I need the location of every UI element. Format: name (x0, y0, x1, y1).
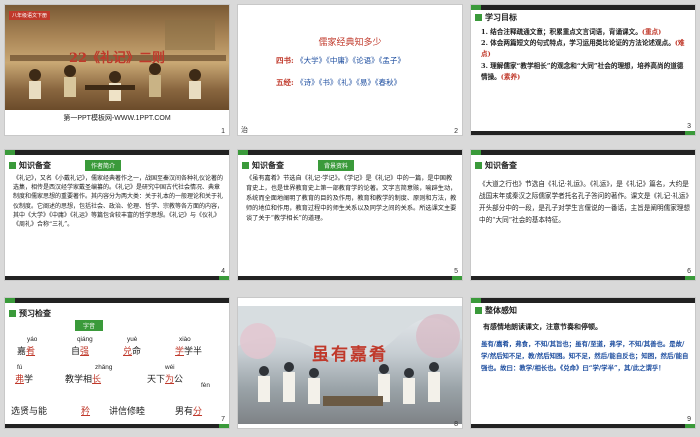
goal-item: 2. 体会两篇短文的句式特点，学习运用类比论证的方法论述观点。(难点) (481, 39, 685, 59)
slide-top-bar (471, 5, 695, 10)
slide2-row1: 四书: 《大学》《中庸》《论语》《孟子》 (276, 55, 405, 66)
pinyin-label: yáo (27, 336, 38, 343)
slide-thumbnail-7[interactable]: 预习检查 字音 yáo 嘉肴 qiáng 自强 yuè 兑命 xiào 学学半 … (4, 297, 230, 429)
slide-number: 1 (221, 128, 225, 135)
pinyin-label: zhǎng (95, 364, 113, 371)
slide-thumbnail-9[interactable]: 整体感知 有感情地朗读课文，注意节奏和停顿。 虽有/嘉肴，弗食，不知/其旨也；虽… (470, 297, 696, 429)
slide-number: 4 (221, 268, 225, 275)
slide4-stamp: 作者简介 (85, 160, 122, 171)
slide6-text: 《大道之行也》节选自《礼记·礼运》。《礼运》，是《礼记》篇名，大约是战国末年或秦… (479, 180, 690, 224)
vocab-word: 弗学 (15, 375, 34, 385)
slide2-row2-label: 五经: (276, 78, 294, 87)
vocab-word: 男有分 (175, 407, 203, 417)
slide-bottom-bar (471, 131, 695, 135)
vocab-word: 选贤与能 (11, 407, 48, 417)
slide3-goals: 1. 结合注释疏通文意；积累重点文言词语，背诵课文。(重点) 2. 体会两篇短文… (481, 27, 689, 83)
slide-top-bar (5, 150, 229, 155)
slide-number: 3 (687, 123, 691, 130)
slide2-title: 儒家经典知多少 (318, 38, 382, 48)
pinyin-label: fèn (201, 382, 210, 389)
slide5-heading: 知识备查 (242, 160, 284, 171)
slide2-corner-mark: 治 (241, 126, 248, 134)
goal-item: 3. 理解儒家“教学相长”的观念和“大同”社会的理想，培养高尚的道德情操。(素养… (481, 61, 684, 81)
vocab-word: 天下为公 (147, 375, 184, 385)
pinyin-label: xiào (179, 336, 191, 343)
slide-bottom-bar (5, 276, 229, 280)
slide4-text: 《礼记》，又名《小戴礼记》，儒家经典著作之一，战国至秦汉间各种礼仪论著的选集，相… (13, 175, 224, 229)
slide9-text: 虽有/嘉肴，弗食，不知/其旨也；虽有/至道，弗学，不知/其善也。是故/学/然后知… (481, 340, 689, 372)
slide9-heading: 整体感知 (475, 305, 517, 316)
slide5-text: 《虽有嘉肴》节选自《礼记·学记》。《学记》是《礼记》中的一篇，是中国教育史上，也… (246, 175, 457, 222)
slide-top-bar (471, 298, 695, 303)
vocab-word: 矜 (81, 407, 91, 417)
vocab-word: 教学相长 (65, 375, 102, 385)
slide-thumbnail-6[interactable]: 知识备查 《大道之行也》节选自《礼记·礼运》。《礼运》，是《礼记》篇名，大约是战… (470, 149, 696, 281)
slide-thumbnail-3[interactable]: 学习目标 1. 结合注释疏通文意；积累重点文言词语，背诵课文。(重点) 2. 体… (470, 4, 696, 136)
slide-bottom-bar (471, 424, 695, 428)
slide-number: 5 (454, 268, 458, 275)
slide-number: 8 (454, 421, 458, 428)
goal-item: 1. 结合注释疏通文意；积累重点文言词语，背诵课文。(重点) (481, 28, 662, 36)
slide-bottom-bar (238, 276, 462, 280)
slide-number: 9 (687, 416, 691, 423)
slide-number: 7 (221, 416, 225, 423)
pinyin-label: fú (17, 364, 23, 371)
slide-thumbnail-2[interactable]: 儒家经典知多少 四书: 《大学》《中庸》《论语》《孟子》 五经: 《诗》《书》《… (237, 4, 463, 136)
slide1-title: 22《礼记》二则 (68, 51, 166, 66)
slide-top-bar (471, 150, 695, 155)
slide-thumbnail-8[interactable]: 虽有嘉肴 8 (237, 297, 463, 429)
vocab-word: 讲信修睦 (109, 407, 146, 417)
slide6-heading: 知识备查 (475, 160, 517, 171)
vocab-word: 嘉肴 (17, 347, 36, 357)
vocab-word: 自强 (71, 347, 90, 357)
slide-top-bar (5, 298, 229, 303)
slide2-row2-books: 《诗》《书》《礼》《易》《春秋》 (296, 78, 402, 87)
slide1-footer: 第一PPT模板网-WWW.1PPT.COM (63, 115, 171, 122)
slide-thumbnail-4[interactable]: 知识备查 作者简介 《礼记》，又名《小戴礼记》，儒家经典著作之一，战国至秦汉间各… (4, 149, 230, 281)
slide-top-bar (238, 150, 462, 155)
vocab-word: 学学半 (175, 347, 203, 357)
slide2-row2: 五经: 《诗》《书》《礼》《易》《春秋》 (276, 77, 401, 88)
slide-thumbnail-5[interactable]: 知识备查 背景资料 《虽有嘉肴》节选自《礼记·学记》。《学记》是《礼记》中的一篇… (237, 149, 463, 281)
slide-number: 6 (687, 268, 691, 275)
pinyin-label: qiáng (77, 336, 93, 343)
vocab-word: 兑命 (123, 347, 142, 357)
slide2-row1-books: 《大学》《中庸》《论语》《孟子》 (296, 56, 405, 65)
slide8-title: 虽有嘉肴 (312, 345, 388, 365)
slide4-heading: 知识备查 (9, 160, 51, 171)
slide2-row1-label: 四书: (276, 56, 294, 65)
slide7-stamp: 字音 (75, 320, 104, 331)
slide-bottom-bar (5, 424, 229, 428)
slide-thumbnail-1[interactable]: 八年级语文下册 22《礼记》二则 第一PPT模板网-WWW.1PPT.COM 1 (4, 4, 230, 136)
pinyin-label: yuè (127, 336, 138, 343)
slide8-scene (238, 306, 462, 406)
pinyin-label: wéi (165, 364, 175, 371)
slide-number: 2 (454, 128, 458, 135)
slide7-heading: 预习检查 (9, 308, 51, 319)
slide9-instruction: 有感情地朗读课文，注意节奏和停顿。 (483, 322, 602, 331)
slide3-heading: 学习目标 (475, 12, 517, 23)
slide1-badge: 八年级语文下册 (9, 11, 51, 20)
slide-bottom-bar (471, 276, 695, 280)
slide5-stamp: 背景资料 (318, 160, 355, 171)
